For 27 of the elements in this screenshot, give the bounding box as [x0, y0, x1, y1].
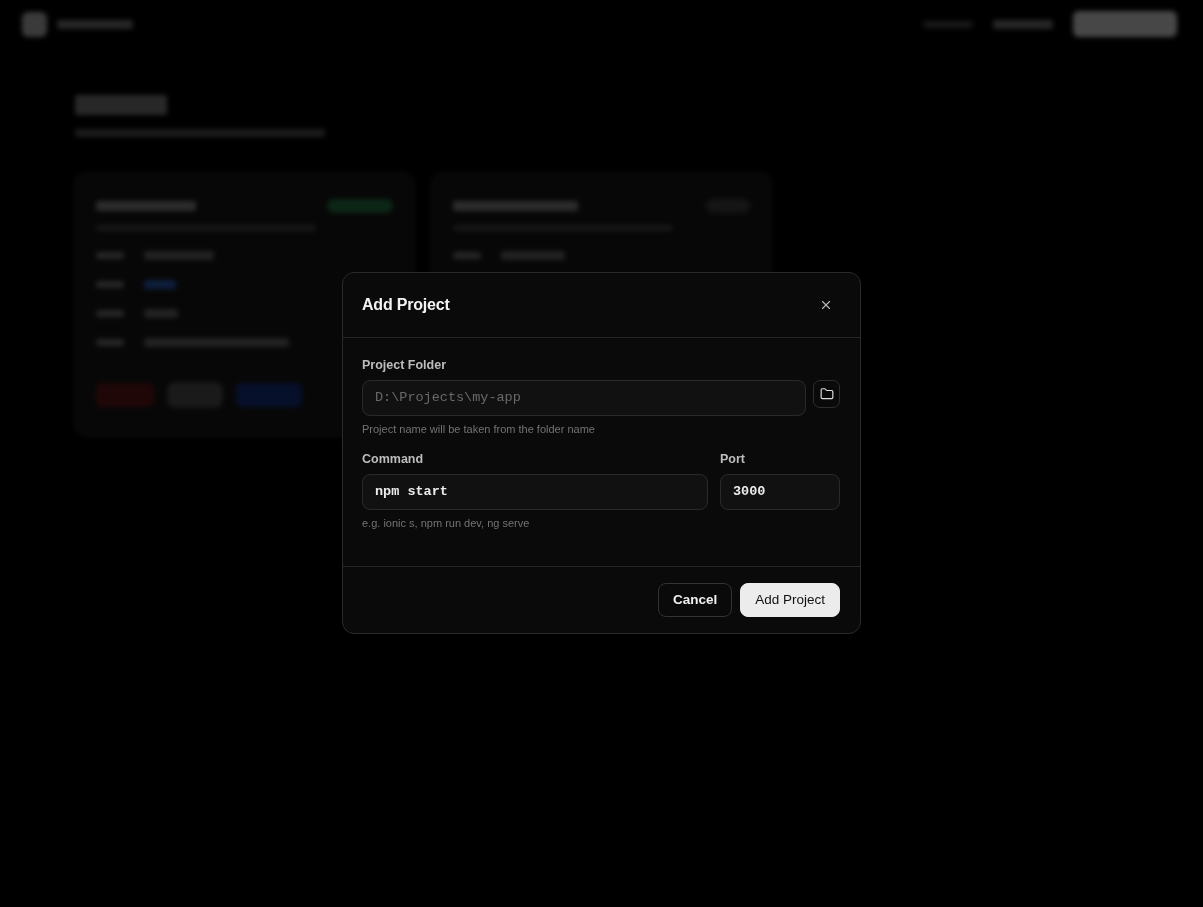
blurred-row-label [96, 310, 124, 317]
blurred-row-value [501, 251, 565, 260]
folder-icon [819, 386, 834, 401]
blurred-card-chip [236, 383, 302, 407]
blurred-logo [22, 11, 47, 37]
blurred-row-label [96, 339, 124, 346]
submit-button[interactable]: Add Project [740, 582, 840, 617]
blurred-row-value [144, 251, 214, 260]
dialog-title: Add Project [362, 295, 450, 314]
cancel-button[interactable]: Cancel [657, 582, 733, 617]
blurred-row-label [453, 252, 481, 259]
command-field[interactable]: npm start [362, 473, 708, 510]
blurred-row-label [96, 252, 124, 259]
port-field[interactable]: 3000 [720, 473, 840, 510]
field-label: Command [362, 451, 424, 467]
field-label: Port [720, 451, 745, 467]
folder-path-field[interactable]: D:\Projects\my-app [362, 379, 806, 416]
field-hint: e.g. ionic s, npm run dev, ng serve [362, 515, 530, 530]
field-label: Project Folder [362, 357, 447, 373]
blurred-row-value [144, 309, 178, 318]
blurred-row-value [144, 280, 176, 289]
blurred-status-pill [327, 199, 393, 213]
field-hint: Project name will be taken from the folder name [362, 421, 595, 436]
browse-folder-button[interactable] [813, 379, 840, 408]
blurred-row-label [96, 281, 124, 288]
blurred-card-chip [96, 383, 154, 407]
blurred-header-text [993, 19, 1053, 29]
